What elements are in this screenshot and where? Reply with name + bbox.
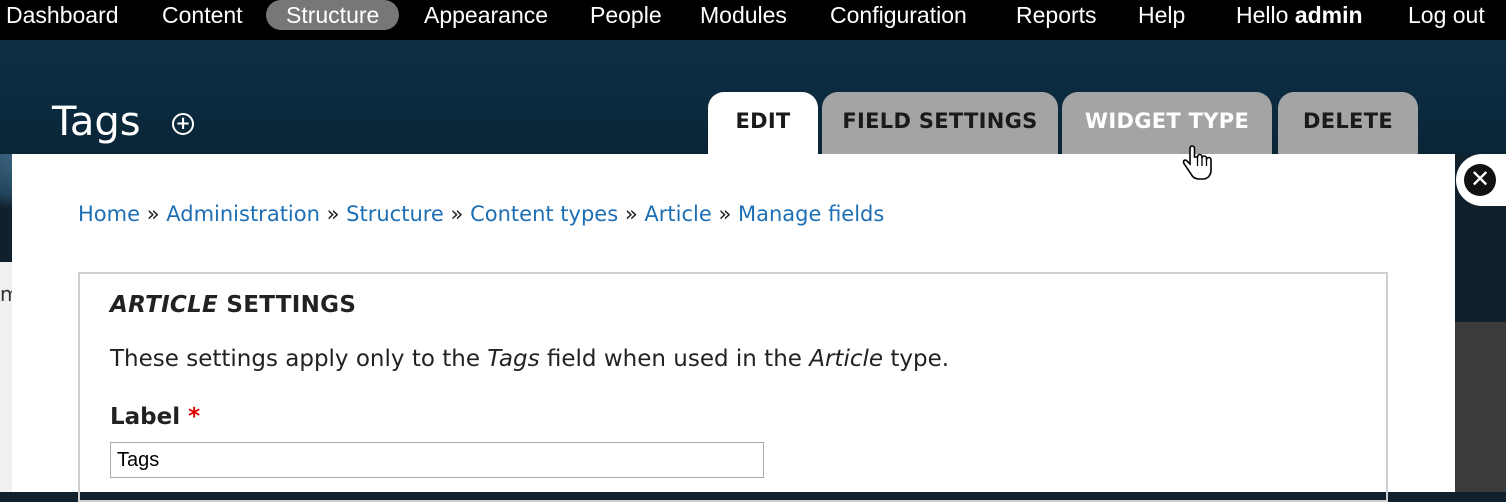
description-text: field when used in the — [539, 346, 810, 372]
fieldset-description: These settings apply only to the Tags fi… — [110, 346, 949, 372]
username[interactable]: admin — [1295, 2, 1363, 28]
breadcrumb-structure[interactable]: Structure — [346, 202, 444, 226]
close-button[interactable]: ✕ — [1456, 154, 1506, 206]
toolbar-item-modules[interactable]: Modules — [700, 0, 787, 30]
toolbar-item-people[interactable]: People — [590, 0, 662, 30]
breadcrumb-separator: » — [326, 202, 340, 226]
legend-bundle-name: ARTICLE — [110, 292, 219, 318]
description-text: type. — [883, 346, 950, 372]
add-shortcut-icon[interactable]: + — [172, 113, 194, 135]
tab-delete[interactable]: DELETE — [1278, 92, 1418, 154]
breadcrumb-article[interactable]: Article — [644, 202, 711, 226]
breadcrumb-separator: » — [450, 202, 464, 226]
description-text: These settings apply only to the — [110, 346, 488, 372]
breadcrumb-content-types[interactable]: Content types — [470, 202, 618, 226]
breadcrumb-home[interactable]: Home — [78, 202, 140, 226]
label-field-text: Label — [110, 404, 181, 430]
background-panel — [1455, 322, 1506, 492]
page-title: Tags — [52, 99, 141, 145]
breadcrumb-separator: » — [146, 202, 160, 226]
breadcrumb-separator: » — [624, 202, 638, 226]
breadcrumb-manage-fields[interactable]: Manage fields — [738, 202, 884, 226]
legend-text: SETTINGS — [226, 292, 357, 318]
label-field-title: Label * — [110, 404, 200, 430]
toolbar-item-structure[interactable]: Structure — [266, 0, 400, 30]
description-bundle-name: Article — [809, 346, 884, 372]
logout-link[interactable]: Log out — [1408, 0, 1485, 30]
tab-edit[interactable]: EDIT — [708, 92, 818, 156]
required-marker: * — [188, 404, 201, 430]
toolbar-item-dashboard[interactable]: Dashboard — [6, 0, 119, 30]
breadcrumb: Home » Administration » Structure » Cont… — [78, 202, 884, 226]
toolbar-item-help[interactable]: Help — [1138, 0, 1185, 30]
user-greeting: Hello admin — [1236, 0, 1363, 30]
close-icon[interactable]: ✕ — [1464, 164, 1496, 196]
fieldset-legend: ARTICLE SETTINGS — [110, 292, 356, 318]
breadcrumb-administration[interactable]: Administration — [166, 202, 320, 226]
toolbar-item-configuration[interactable]: Configuration — [830, 0, 967, 30]
tab-widget-type[interactable]: WIDGET TYPE — [1062, 92, 1272, 154]
toolbar-item-appearance[interactable]: Appearance — [424, 0, 548, 30]
greeting-prefix: Hello — [1236, 2, 1289, 28]
breadcrumb-separator: » — [718, 202, 732, 226]
description-field-name: Tags — [487, 346, 540, 372]
toolbar-item-reports[interactable]: Reports — [1016, 0, 1097, 30]
admin-toolbar: Dashboard Content Structure Appearance P… — [0, 0, 1506, 40]
tab-field-settings[interactable]: FIELD SETTINGS — [822, 92, 1058, 154]
label-input[interactable] — [110, 442, 764, 478]
hand-pointer-icon — [1182, 145, 1212, 180]
toolbar-item-content[interactable]: Content — [162, 0, 243, 30]
